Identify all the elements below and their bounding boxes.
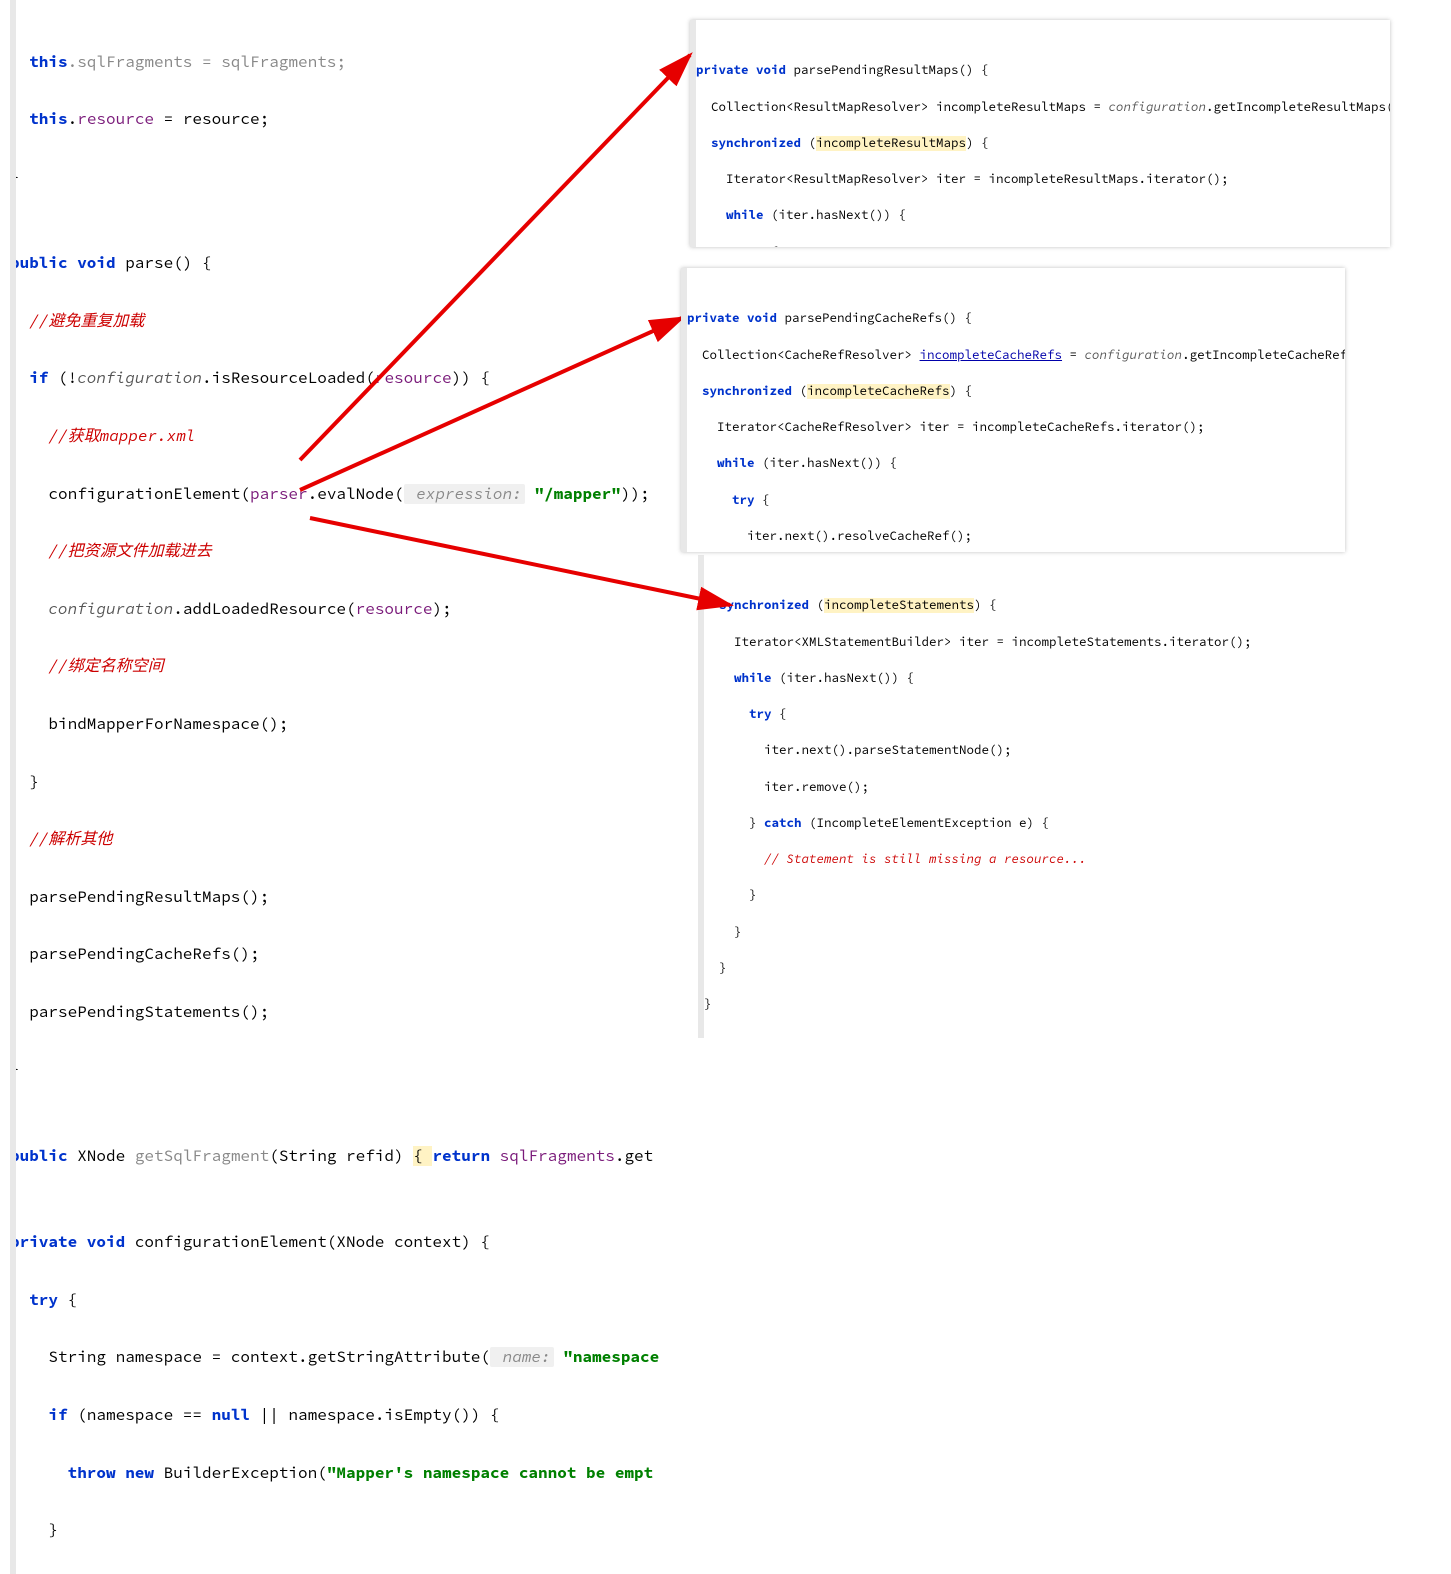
code-line: } <box>704 924 1388 942</box>
code-line: } <box>10 163 690 192</box>
popup-panel-resultmaps[interactable]: private void parsePendingResultMaps() { … <box>690 20 1390 247</box>
code-line: Collection<ResultMapResolver> incomplete… <box>696 99 1380 117</box>
code-line: bindMapperForNamespace(); <box>10 710 690 739</box>
main-code-panel[interactable]: this.sqlFragments = sqlFragments; this.r… <box>10 0 690 1574</box>
code-line: } <box>704 887 1388 905</box>
code-line: //避免重复加载 <box>10 307 690 336</box>
popup-panel-statements[interactable]: synchronized (incompleteStatements) { It… <box>698 555 1398 1038</box>
code-line: parsePendingCacheRefs(); <box>10 940 690 969</box>
code-line: //把资源文件加载进去 <box>10 537 690 566</box>
code-line: Iterator<XMLStatementBuilder> iter = inc… <box>704 634 1388 652</box>
code-line: configuration.addLoadedResource(resource… <box>10 595 690 624</box>
code-line: while (iter.hasNext()) { <box>696 207 1380 225</box>
code-line: this.resource = resource; <box>10 105 690 134</box>
code-line: iter.next().parseStatementNode(); <box>704 742 1388 760</box>
code-line: Iterator<ResultMapResolver> iter = incom… <box>696 171 1380 189</box>
code-line: synchronized (incompleteResultMaps) { <box>696 135 1380 153</box>
code-line: while (iter.hasNext()) { <box>704 670 1388 688</box>
code-line: if (!configuration.isResourceLoaded(reso… <box>10 364 690 393</box>
code-line: } <box>704 960 1388 978</box>
code-line: } <box>10 1516 690 1545</box>
code-line: try { <box>10 1286 690 1315</box>
gutter <box>10 0 16 1574</box>
code-line: if (namespace == null || namespace.isEmp… <box>10 1401 690 1430</box>
code-line: this.sqlFragments = sqlFragments; <box>10 48 690 77</box>
code-line: iter.next().resolveCacheRef(); <box>687 528 1335 546</box>
code-line: //获取mapper.xml <box>10 422 690 451</box>
code-line: parsePendingStatements(); <box>10 998 690 1027</box>
code-line: //绑定名称空间 <box>10 652 690 681</box>
code-line: synchronized (incompleteCacheRefs) { <box>687 383 1335 401</box>
code-line: parsePendingResultMaps(); <box>10 883 690 912</box>
code-line: Collection<CacheRefResolver> incompleteC… <box>687 347 1335 365</box>
code-line: try { <box>696 244 1380 248</box>
code-line: throw new BuilderException("Mapper's nam… <box>10 1459 690 1488</box>
code-line: // Statement is still missing a resource… <box>704 851 1388 869</box>
code-line: public XNode getSqlFragment(String refid… <box>10 1142 690 1171</box>
code-line: while (iter.hasNext()) { <box>687 455 1335 473</box>
gutter <box>698 555 704 1038</box>
code-line: configurationElement(parser.evalNode( ex… <box>10 480 690 509</box>
code-line: } <box>10 1055 690 1084</box>
code-line: } <box>10 768 690 797</box>
code-line: iter.remove(); <box>704 779 1388 797</box>
code-line: private void parsePendingCacheRefs() { <box>687 310 1335 328</box>
code-line: synchronized (incompleteStatements) { <box>704 597 1388 615</box>
code-line: try { <box>704 706 1388 724</box>
gutter <box>690 20 696 247</box>
code-line: String namespace = context.getStringAttr… <box>10 1343 690 1372</box>
code-line: public void parse() { <box>10 249 690 278</box>
code-line: private void parsePendingResultMaps() { <box>696 62 1380 80</box>
gutter <box>681 268 687 552</box>
code-line: private void configurationElement(XNode … <box>10 1228 690 1257</box>
code-line: } catch (IncompleteElementException e) { <box>704 815 1388 833</box>
code-line: //解析其他 <box>10 825 690 854</box>
popup-panel-cacherefs[interactable]: private void parsePendingCacheRefs() { C… <box>681 268 1345 552</box>
code-line: } <box>704 996 1388 1014</box>
code-line: try { <box>687 492 1335 510</box>
code-line: Iterator<CacheRefResolver> iter = incomp… <box>687 419 1335 437</box>
